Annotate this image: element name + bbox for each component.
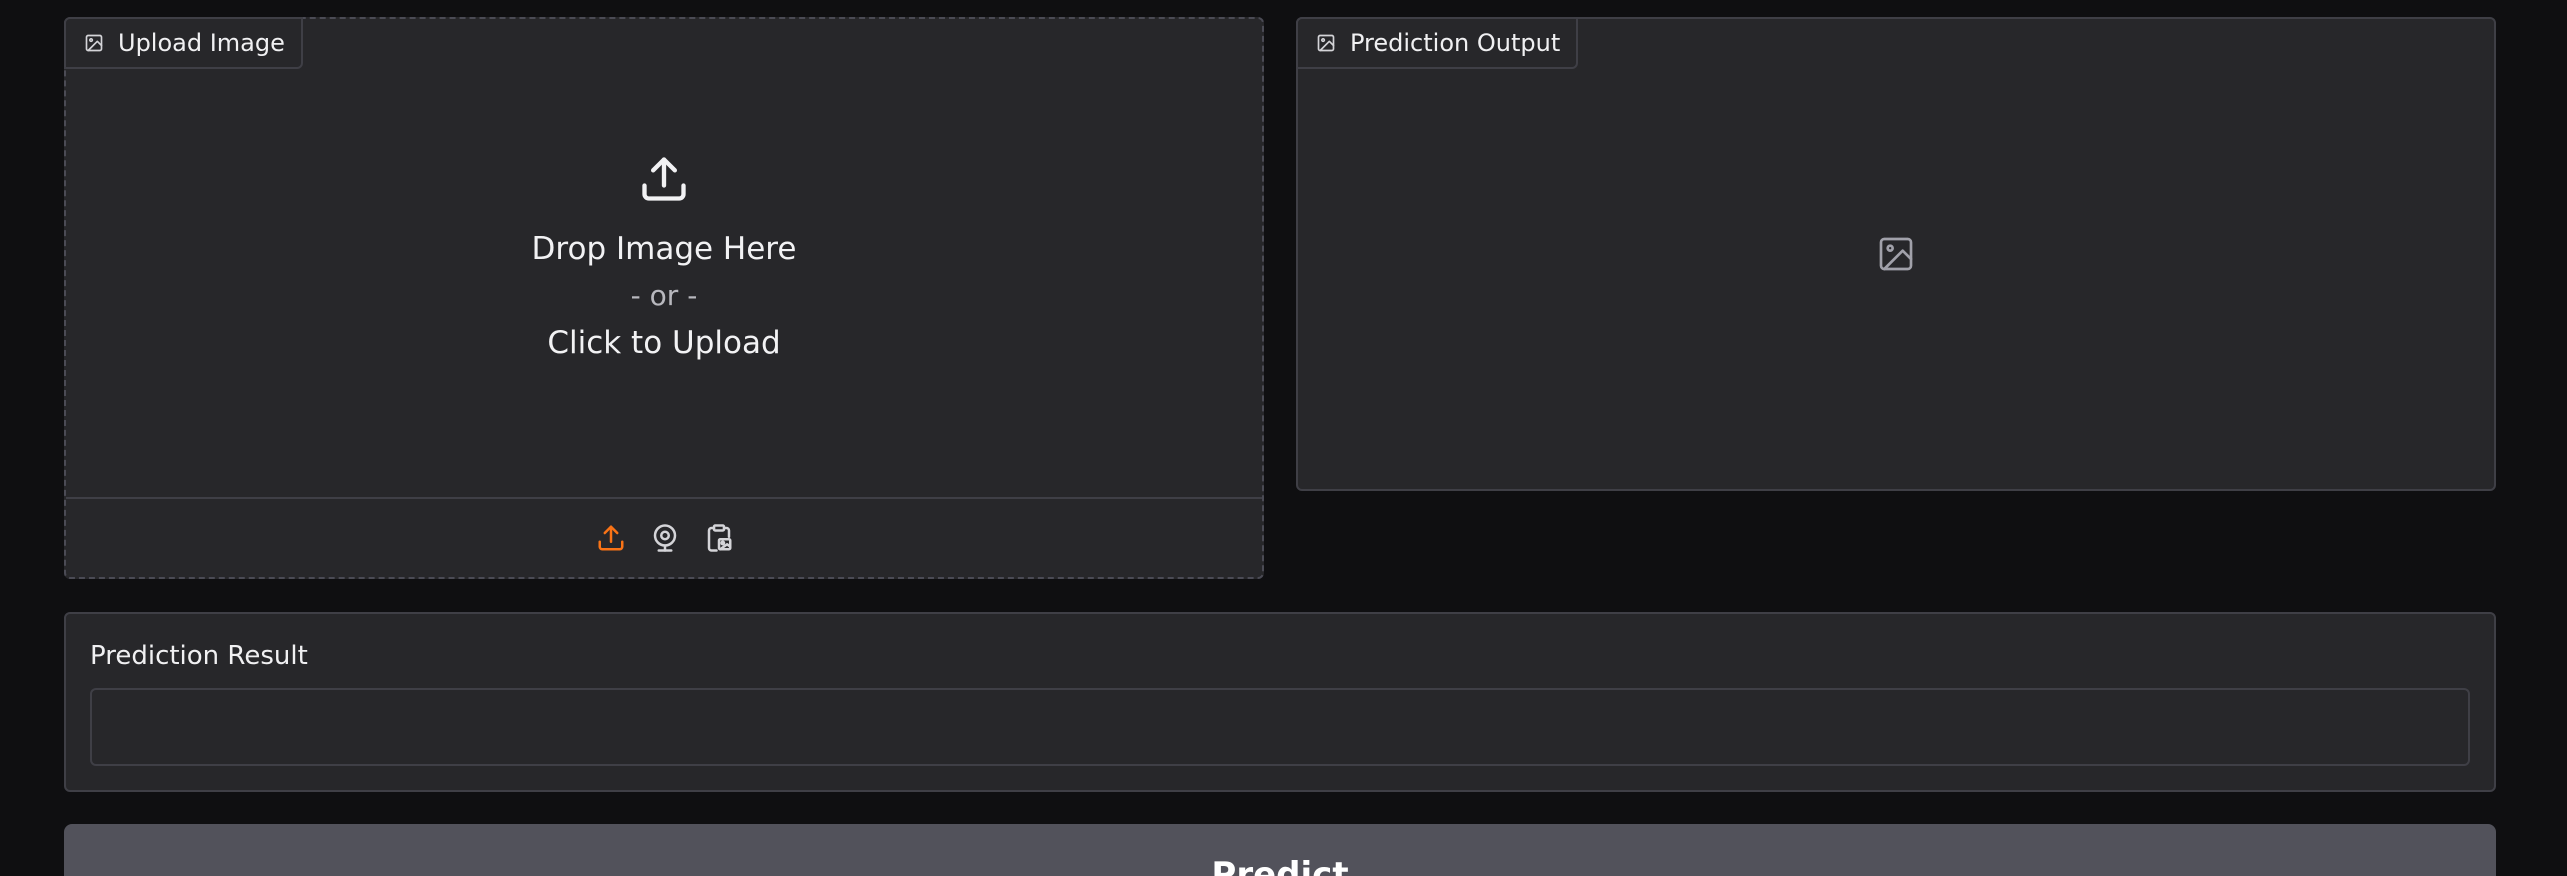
upload-icon [638, 153, 690, 209]
prediction-output-label-text: Prediction Output [1350, 29, 1561, 57]
upload-source-button[interactable] [595, 522, 627, 554]
webcam-icon [653, 524, 677, 552]
upload-icon [598, 525, 624, 551]
prediction-result-textbox[interactable] [90, 688, 2470, 766]
clipboard-icon [707, 524, 732, 552]
clipboard-source-button[interactable] [703, 522, 735, 554]
or-separator-text: - or - [630, 279, 698, 312]
image-source-toolbar [66, 497, 1262, 577]
app-root: Upload Image Drop Image Here - or - Clic… [0, 0, 2567, 876]
predict-button[interactable]: Predict [64, 824, 2496, 876]
drop-image-text: Drop Image Here [531, 231, 797, 267]
prediction-result-label: Prediction Result [90, 641, 308, 671]
upload-image-panel: Upload Image Drop Image Here - or - Clic… [64, 17, 1264, 579]
click-to-upload-text: Click to Upload [547, 325, 781, 361]
image-drop-zone[interactable]: Drop Image Here - or - Click to Upload [66, 19, 1262, 499]
image-placeholder-icon [1876, 234, 1916, 274]
prediction-output-panel: Prediction Output [1296, 17, 2496, 491]
webcam-source-button[interactable] [649, 522, 681, 554]
prediction-output-label: Prediction Output [1296, 17, 1579, 69]
image-icon [1316, 33, 1336, 53]
prediction-result-panel: Prediction Result [64, 612, 2496, 792]
